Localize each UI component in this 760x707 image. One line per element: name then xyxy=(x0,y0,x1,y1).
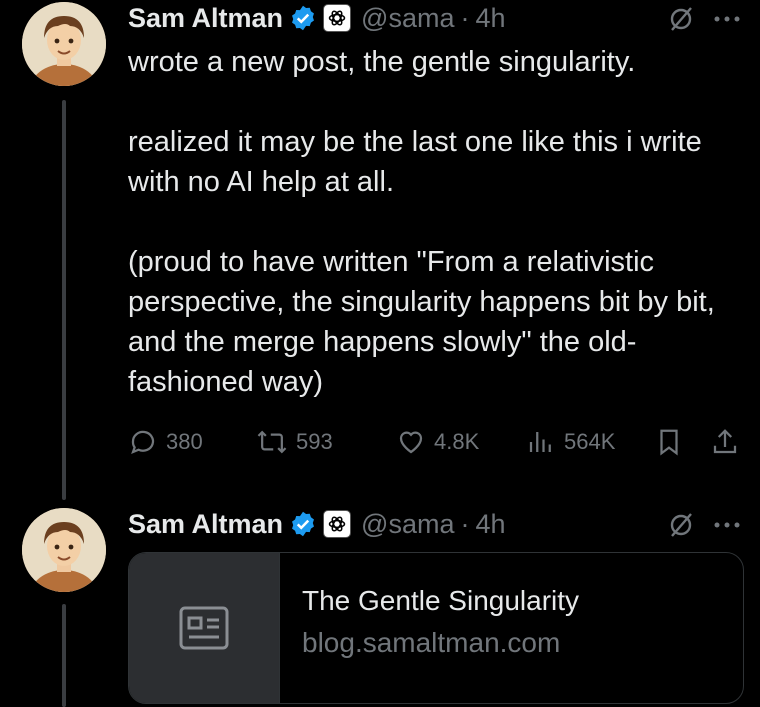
tweet[interactable]: Sam Altman @sama · 4h xyxy=(0,504,760,707)
tweet-header: Sam Altman @sama · 4h xyxy=(128,506,506,542)
author-handle[interactable]: @sama xyxy=(361,3,454,34)
bookmark-button[interactable] xyxy=(654,427,710,457)
reply-button[interactable]: 380 xyxy=(128,427,256,457)
reply-count: 380 xyxy=(166,429,203,454)
link-card-text: The Gentle Singularity blog.samaltman.co… xyxy=(280,553,601,703)
link-card-thumbnail xyxy=(129,553,280,703)
timestamp[interactable]: 4h xyxy=(475,3,505,34)
verified-badge-icon[interactable] xyxy=(289,510,317,538)
article-icon xyxy=(179,606,229,650)
openai-logo-icon[interactable] xyxy=(323,510,352,538)
grok-slash-icon[interactable] xyxy=(666,4,696,34)
link-card[interactable]: The Gentle Singularity blog.samaltman.co… xyxy=(128,552,744,704)
person-avatar-icon xyxy=(22,2,106,86)
verified-badge-icon[interactable] xyxy=(289,4,317,32)
link-card-domain[interactable]: blog.samaltman.com xyxy=(302,623,579,663)
tweet[interactable]: Sam Altman @sama · 4h xyxy=(0,0,760,500)
author-name[interactable]: Sam Altman xyxy=(128,3,283,34)
views-count: 564K xyxy=(564,429,616,454)
share-icon xyxy=(713,429,737,454)
heart-icon xyxy=(399,431,423,454)
views-button[interactable]: 564K xyxy=(526,427,654,457)
tweet-paragraph: wrote a new post, the gentle singularity… xyxy=(128,46,636,78)
tweet-paragraph: (proud to have written "From a relativis… xyxy=(128,246,715,398)
bookmark-icon xyxy=(660,429,678,456)
avatar[interactable] xyxy=(22,2,106,86)
person-avatar-icon xyxy=(22,508,106,592)
more-options-icon[interactable] xyxy=(710,510,744,540)
reply-icon xyxy=(131,430,155,454)
author-name[interactable]: Sam Altman xyxy=(128,509,283,540)
tweet-actions: 380 593 4.8K 564K xyxy=(128,424,740,460)
tweet-text: wrote a new post, the gentle singularity… xyxy=(128,42,748,402)
more-options-icon[interactable] xyxy=(710,4,744,34)
tweet-header: Sam Altman @sama · 4h xyxy=(128,0,506,36)
author-handle[interactable]: @sama xyxy=(361,509,454,540)
thread-line xyxy=(62,100,66,500)
openai-logo-icon[interactable] xyxy=(323,4,352,32)
thread-line xyxy=(62,604,66,707)
repost-icon xyxy=(257,430,287,454)
grok-slash-icon[interactable] xyxy=(666,510,696,540)
link-card-title[interactable]: The Gentle Singularity xyxy=(302,583,579,619)
separator-dot: · xyxy=(460,2,470,33)
repost-count: 593 xyxy=(296,429,333,454)
like-count: 4.8K xyxy=(434,429,480,454)
share-button[interactable] xyxy=(710,427,740,457)
repost-button[interactable]: 593 xyxy=(256,427,396,457)
timestamp[interactable]: 4h xyxy=(475,509,505,540)
like-button[interactable]: 4.8K xyxy=(396,427,526,457)
views-chart-icon xyxy=(529,432,551,452)
separator-dot: · xyxy=(460,508,470,539)
tweet-paragraph: realized it may be the last one like thi… xyxy=(128,126,702,198)
avatar[interactable] xyxy=(22,508,106,592)
